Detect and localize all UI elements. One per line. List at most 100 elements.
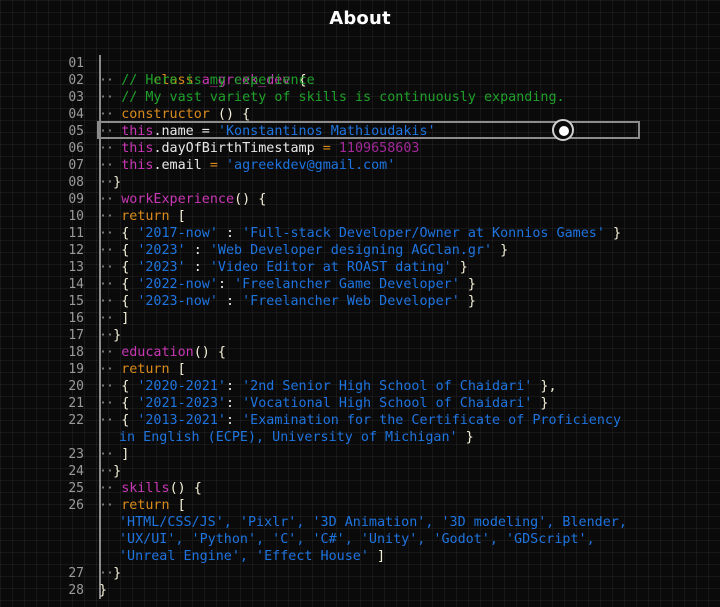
cursor-dot: [559, 126, 569, 136]
line-number: 11: [68, 226, 84, 241]
this-keyword: this: [121, 158, 154, 173]
skills-line: 'UX/UI', 'Python', 'C', 'C#', 'Unity', '…: [119, 532, 595, 547]
dob-field: .dayOfBirthTimestamp: [153, 141, 315, 156]
work-item: 13 ·· { '2023' : 'Video Editor at ROAST …: [62, 259, 662, 276]
education-school: '2nd Senior High School of Chaidari': [242, 379, 533, 394]
code-line: 16 ·· ]: [62, 310, 662, 327]
indent-marker: ··: [99, 464, 114, 479]
line-number: 15: [68, 294, 84, 309]
code-line: 24 ··}: [62, 463, 662, 480]
code-line: 18 ·· education() {: [62, 344, 662, 361]
skills-line: 'HTML/CSS/JS', 'Pixlr', '3D Animation', …: [119, 515, 627, 530]
bracket: ]: [121, 311, 130, 326]
work-item: 12 ·· { '2023' : 'Web Developer designin…: [62, 242, 662, 259]
line-number: 22: [68, 413, 84, 428]
brace: }: [457, 430, 474, 445]
line-number: 14: [68, 277, 84, 292]
brace: }: [113, 464, 122, 479]
mouse-cursor-icon: [552, 119, 574, 141]
code-line: 17 ··}: [62, 327, 662, 344]
work-role: 'Freelancher Game Developer': [234, 277, 460, 292]
indent-marker: ··: [99, 209, 114, 224]
indent-marker: ··: [99, 311, 114, 326]
code-line: 25 ·· skills() {: [62, 480, 662, 497]
work-item: 11 ·· { '2017-now' : 'Full-stack Develop…: [62, 225, 662, 242]
code-line: 01 class a_greek_dev {: [62, 55, 662, 88]
page-title: About: [329, 8, 391, 29]
work-period: '2022-now': [137, 277, 218, 292]
skills-list: 26 ·· return ['HTML/CSS/JS', 'Pixlr', '3…: [62, 497, 662, 565]
method-parens: () {: [169, 481, 202, 496]
brace: {: [121, 294, 138, 309]
line-number: 13: [68, 260, 84, 275]
separator: :: [217, 277, 235, 292]
line-number: 05: [68, 124, 84, 139]
line-number: 19: [68, 362, 84, 377]
work-period: '2023-now': [137, 294, 218, 309]
work-period: '2023': [137, 260, 186, 275]
education-period: '2013-2021': [137, 413, 226, 428]
indent-marker: ··: [99, 345, 114, 360]
line-number: 21: [68, 396, 84, 411]
line-number: 10: [68, 209, 84, 224]
education-school-continued: in English (ECPE), University of Michiga…: [119, 430, 458, 445]
method-name: education: [121, 345, 194, 360]
code-line: 10 ·· return [: [62, 208, 662, 225]
indent-marker: ··: [99, 481, 114, 496]
education-item: 20 ·· { '2020-2021': '2nd Senior High Sc…: [62, 378, 662, 395]
indent-marker: ··: [99, 175, 114, 190]
brace: }: [99, 583, 108, 598]
code-line: 02 ·· // Here is my experience: [62, 72, 662, 89]
indent-marker: ··: [99, 141, 114, 156]
brace: }: [604, 226, 622, 241]
line-number: 18: [68, 345, 84, 360]
indent-marker: ··: [99, 379, 114, 394]
indent-marker: ··: [99, 413, 114, 428]
code-line: 09 ·· workExperience() {: [62, 191, 662, 208]
indent-marker: ··: [99, 107, 114, 122]
comment: // My vast variety of skills is continuo…: [121, 90, 565, 105]
return-keyword: return: [121, 209, 170, 224]
work-period: '2017-now': [137, 226, 218, 241]
code-line: 08 ··}: [62, 174, 662, 191]
brace: {: [121, 226, 138, 241]
brace: {: [121, 379, 138, 394]
constructor-parens: () {: [209, 107, 251, 122]
indent-marker: ··: [99, 396, 114, 411]
email-field: .email: [153, 158, 202, 173]
line-number: 01: [68, 56, 84, 71]
brace: {: [121, 277, 138, 292]
education-item: 22 ·· { '2013-2021': 'Examination for th…: [62, 412, 662, 446]
indent-marker: ··: [99, 158, 114, 173]
bracket: [: [169, 209, 186, 224]
brace: }: [113, 175, 122, 190]
line-number: 07: [68, 158, 84, 173]
code-line: 03 ·· // My vast variety of skills is co…: [62, 89, 662, 106]
constructor-keyword: constructor: [121, 107, 210, 122]
separator: :: [217, 294, 243, 309]
indent-marker: ··: [99, 260, 114, 275]
line-number: 03: [68, 90, 84, 105]
dob-value: 1109658603: [338, 141, 420, 156]
brace: }: [451, 260, 468, 275]
indent-marker: ··: [99, 73, 114, 88]
line-number: 04: [68, 107, 84, 122]
work-period: '2023': [137, 243, 186, 258]
line-number: 09: [68, 192, 84, 207]
separator: :: [226, 413, 243, 428]
line-number: 08: [68, 175, 84, 190]
brace: }: [459, 277, 476, 292]
indent-marker: ··: [99, 294, 114, 309]
line-number: 02: [68, 73, 84, 88]
brace: },: [532, 379, 557, 394]
line-number: 23: [68, 447, 84, 462]
work-role: 'Full-stack Developer/Owner at Konnios G…: [242, 226, 605, 241]
line-number: 25: [68, 481, 84, 496]
work-role: 'Freelancher Web Developer': [242, 294, 460, 309]
bracket: ]: [368, 549, 386, 564]
method-parens: () {: [234, 192, 267, 207]
separator: :: [226, 379, 243, 394]
line-number: 17: [68, 328, 84, 343]
indent-marker: ··: [99, 226, 114, 241]
code-line: 27 ··}: [62, 565, 662, 582]
